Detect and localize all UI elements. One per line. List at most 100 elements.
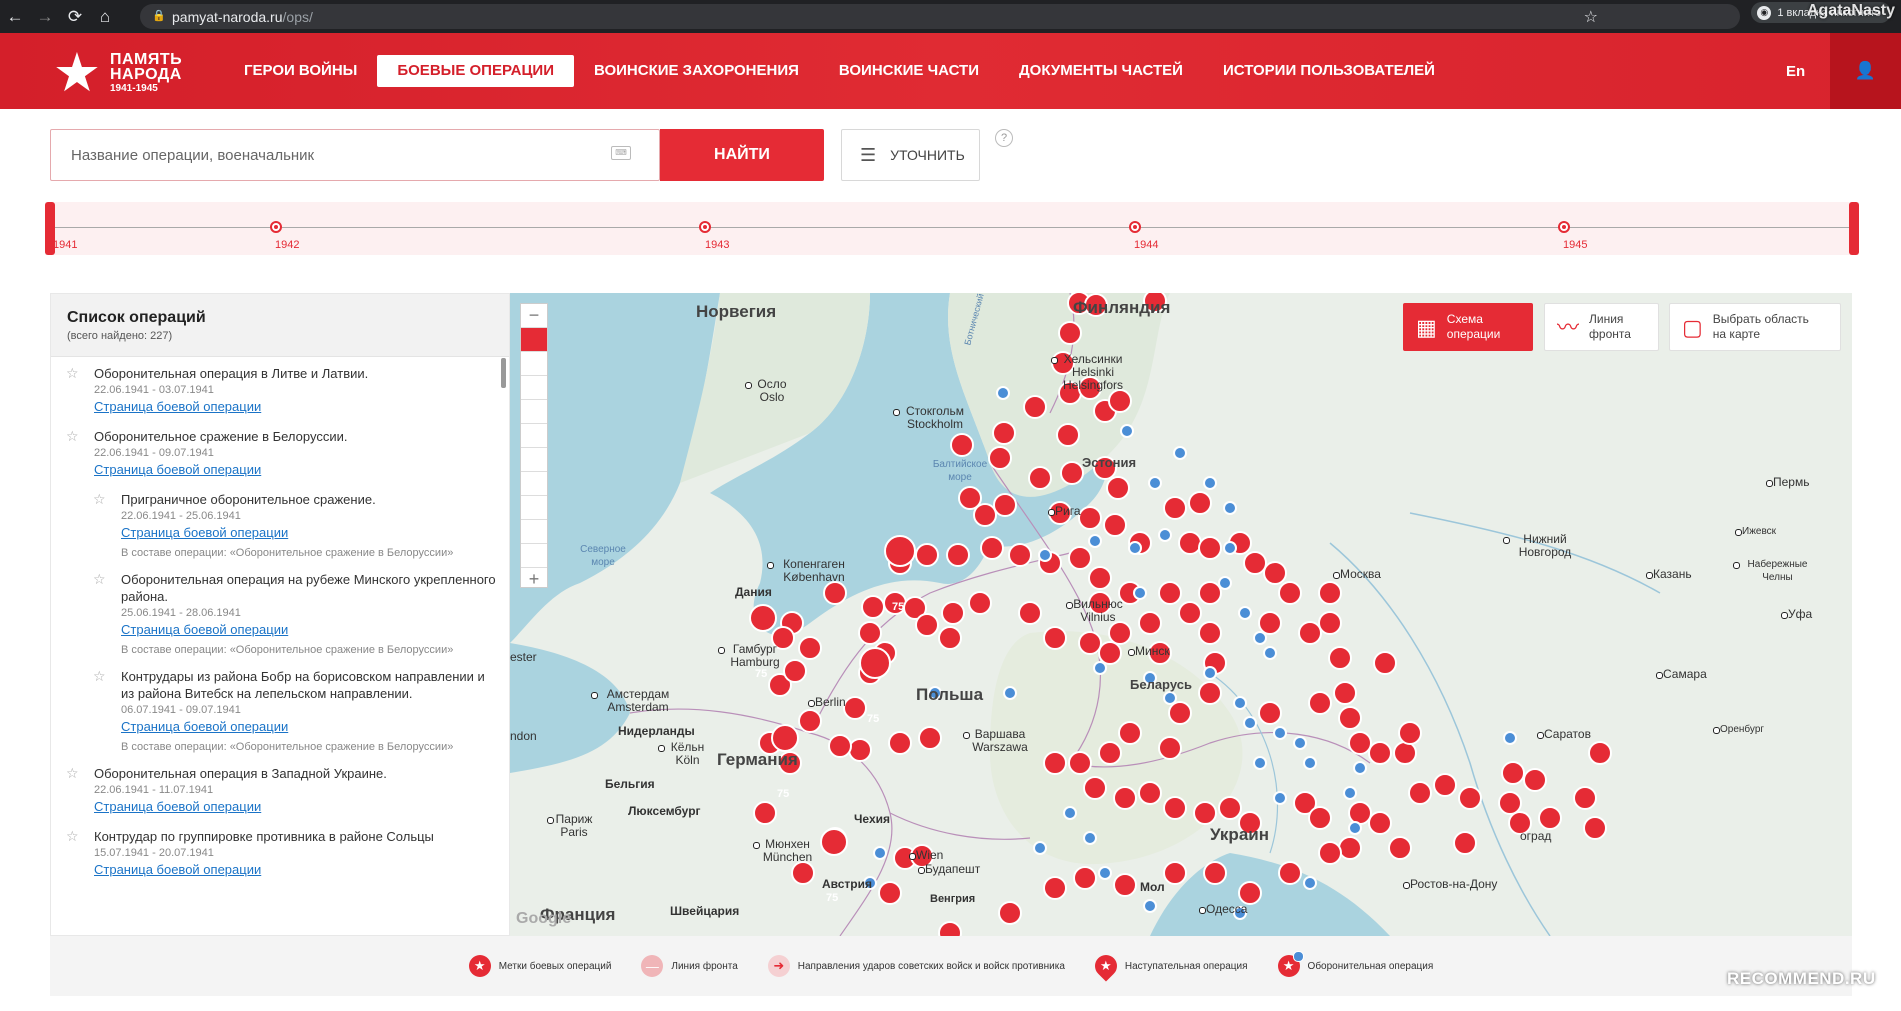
cluster-count[interactable]: 75	[826, 892, 838, 905]
logo-text: ПАМЯТЬ НАРОДА 1941-1945	[110, 51, 182, 95]
favorite-star-icon[interactable]: ☆	[66, 828, 79, 845]
favorite-star-icon[interactable]: ☆	[66, 428, 79, 445]
zoom-level-indicator[interactable]	[521, 328, 547, 352]
timeline-point-1943[interactable]	[699, 221, 711, 233]
back-arrow-icon[interactable]: ←	[0, 0, 30, 33]
find-button[interactable]: НАЙТИ	[660, 129, 824, 181]
zoom-out-button[interactable]: −	[521, 304, 547, 328]
menu-stories[interactable]: ИСТОРИИ ПОЛЬЗОВАТЕЛЕЙ	[1203, 55, 1455, 87]
favorite-star-icon[interactable]: ☆	[93, 668, 106, 685]
op-link[interactable]: Страница боевой операции	[121, 622, 288, 637]
forward-arrow-icon[interactable]: →	[30, 0, 60, 33]
defensive-pin-icon: ★	[1277, 951, 1304, 977]
map-label-city: Вильнюс Vilnius	[1066, 597, 1123, 624]
map-label-city: Самара	[1656, 667, 1707, 681]
map-label-city: Осло Oslo	[745, 378, 792, 404]
zoom-step[interactable]	[521, 424, 547, 448]
map-label-region: Бельгия	[605, 777, 655, 791]
map-label-city: Москва	[1333, 567, 1381, 581]
bookmark-star-icon[interactable]: ☆	[1584, 7, 1598, 27]
map-icon: ▦	[1416, 314, 1437, 340]
op-link[interactable]: Страница боевой операции	[121, 719, 288, 734]
list-item: ☆ Оборонительное сражение в Белоруссии. …	[51, 428, 509, 479]
op-link[interactable]: Страница боевой операции	[94, 862, 261, 877]
map-label-city: ester	[510, 650, 537, 664]
map-label-city: Wien	[908, 848, 944, 862]
map-label-region: Мол	[1140, 880, 1165, 894]
legend-label: Направления ударов советских войск и вой…	[797, 960, 1065, 972]
select-area-label: Выбрать область на карте	[1712, 312, 1809, 341]
menu-documents[interactable]: ДОКУМЕНТЫ ЧАСТЕЙ	[999, 55, 1203, 87]
reload-icon[interactable]: ⟳	[60, 0, 90, 33]
timeline-point-1945[interactable]	[1558, 221, 1570, 233]
search-input[interactable]	[51, 130, 571, 180]
map-label-country: Германия	[717, 750, 798, 769]
zoom-step[interactable]	[521, 544, 547, 568]
list-item: ☆ Оборонительная операция в Западной Укр…	[51, 765, 509, 816]
timeline-point-1944[interactable]	[1129, 221, 1141, 233]
timeline-point-1942[interactable]	[270, 221, 282, 233]
zoom-step[interactable]	[521, 376, 547, 400]
favorite-star-icon[interactable]: ☆	[66, 365, 79, 382]
menu-operations[interactable]: БОЕВЫЕ ОПЕРАЦИИ	[377, 55, 574, 87]
cluster-count[interactable]: 75	[867, 713, 879, 726]
zoom-step[interactable]	[521, 520, 547, 544]
timeline-label: 1941	[53, 239, 78, 251]
list-item: ☆ Контрудары из района Бобр на борисовск…	[51, 668, 509, 753]
zoom-step[interactable]	[521, 400, 547, 424]
attack-direction-icon: ➜	[767, 955, 790, 977]
menu-units[interactable]: ВОИНСКИЕ ЧАСТИ	[819, 55, 999, 87]
timeline-handle-end[interactable]	[1849, 202, 1859, 255]
help-icon[interactable]: ?	[995, 129, 1013, 147]
scheme-button[interactable]: ▦ Схема операции	[1403, 303, 1533, 351]
refine-button[interactable]: ☰ УТОЧНИТЬ	[841, 129, 980, 181]
user-icon[interactable]: 👤	[1830, 33, 1901, 109]
logo-line2: НАРОДА	[110, 65, 182, 83]
op-link[interactable]: Страница боевой операции	[94, 462, 261, 477]
address-bar[interactable]: 🔒 pamyat-naroda.ru/ops/ ☆	[140, 4, 1740, 29]
cluster-count[interactable]: 75	[777, 788, 789, 801]
op-name: Контрудар по группировке противника в ра…	[94, 829, 434, 844]
zoom-in-button[interactable]: +	[521, 568, 547, 592]
url-path: /ops/	[282, 8, 313, 25]
operations-list-panel: Список операций (всего найдено: 227) ☆ О…	[50, 293, 510, 936]
map-label-region: Австрия	[822, 877, 873, 891]
ops-list: ☆ Оборонительная операция в Литве и Латв…	[51, 357, 509, 879]
home-icon[interactable]: ⌂	[90, 0, 120, 33]
op-link[interactable]: Страница боевой операции	[94, 799, 261, 814]
map-label-city: Гамбург Hamburg	[718, 643, 785, 669]
timeline-label: 1942	[275, 239, 300, 251]
op-name: Оборонительное сражение в Белоруссии.	[94, 429, 348, 444]
operation-star-icon: ★	[468, 955, 491, 977]
site-logo[interactable]: ★ ПАМЯТЬ НАРОДА 1941-1945	[48, 44, 208, 102]
favorite-star-icon[interactable]: ☆	[93, 571, 106, 588]
map-label-city: Нижний Новгород	[1503, 533, 1580, 559]
zoom-step[interactable]	[521, 496, 547, 520]
favorite-star-icon[interactable]: ☆	[93, 491, 106, 508]
select-area-button[interactable]: ▢ Выбрать область на карте	[1669, 303, 1841, 351]
language-switch[interactable]: En	[1786, 63, 1805, 80]
zoom-step[interactable]	[521, 352, 547, 376]
map-label-region: Швейцария	[670, 904, 740, 918]
timeline-label: 1945	[1563, 239, 1588, 251]
sliders-icon: ☰	[860, 144, 877, 165]
op-date: 25.06.1941 - 28.06.1941	[121, 607, 241, 619]
cluster-count[interactable]: 75	[755, 668, 767, 681]
operations-map[interactable]: − + Норвегия Финляндия Эстония Польша Ге…	[510, 293, 1852, 936]
op-date: 22.06.1941 - 25.06.1941	[121, 510, 241, 522]
op-parent: В составе операции: «Оборонительное сраж…	[121, 547, 454, 559]
map-label-city: Саратов	[1537, 727, 1591, 741]
op-link[interactable]: Страница боевой операции	[94, 399, 261, 414]
cluster-count[interactable]: 75	[892, 601, 904, 614]
op-link[interactable]: Страница боевой операции	[121, 525, 288, 540]
zoom-step[interactable]	[521, 472, 547, 496]
zoom-step[interactable]	[521, 448, 547, 472]
front-line-button[interactable]: 〰 Линия фронта	[1544, 303, 1659, 351]
offensive-pin-icon: ★	[1090, 950, 1122, 982]
front-line-icon: 〰	[1557, 314, 1580, 340]
menu-heroes[interactable]: ГЕРОИ ВОЙНЫ	[224, 55, 377, 87]
keyboard-icon[interactable]: ⌨	[611, 146, 631, 160]
favorite-star-icon[interactable]: ☆	[66, 765, 79, 782]
menu-burials[interactable]: ВОИНСКИЕ ЗАХОРОНЕНИЯ	[574, 55, 819, 87]
map-label-city: Варшава Warszawa	[963, 728, 1030, 754]
